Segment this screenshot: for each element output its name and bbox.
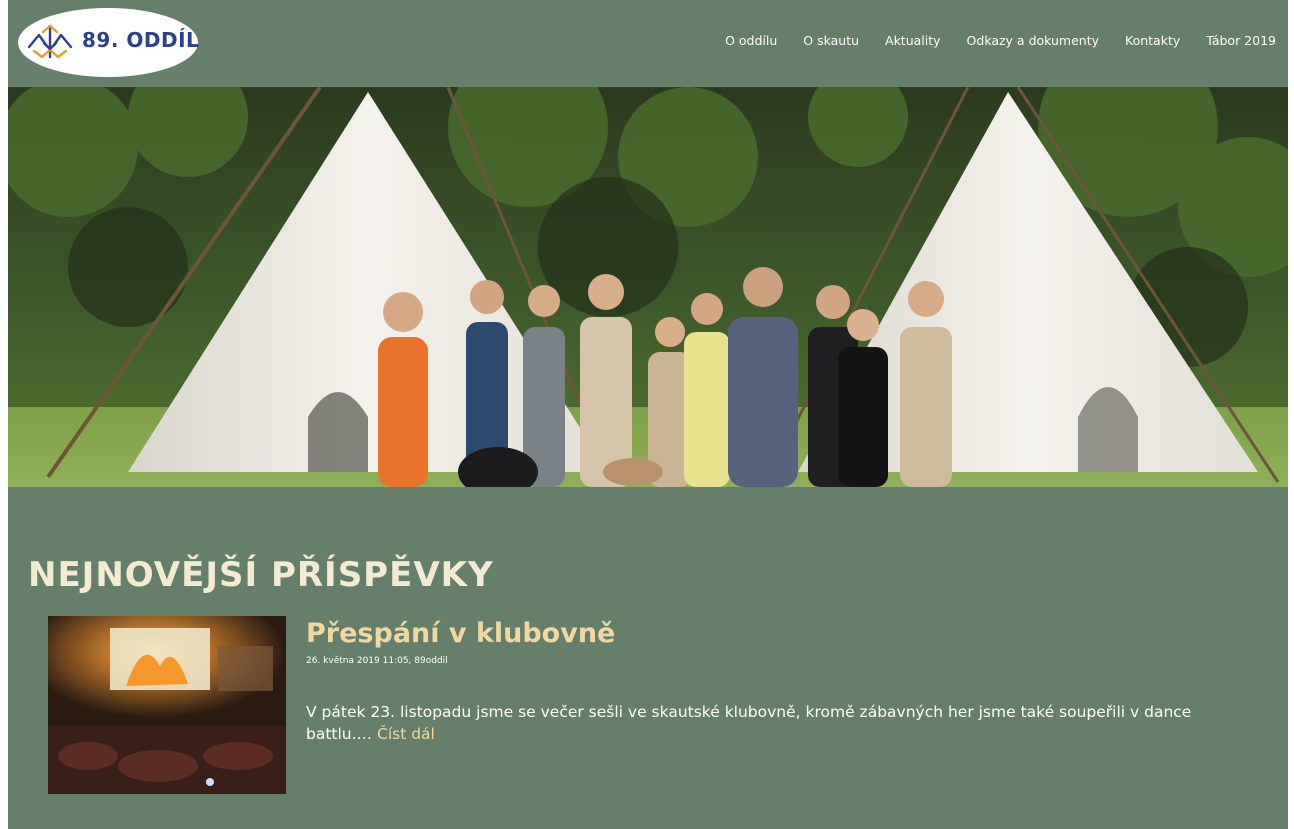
group-photo-teepees bbox=[8, 87, 1288, 487]
site-header: 89. ODDÍL O oddílu O skautu Aktuality Od… bbox=[8, 0, 1288, 87]
post-title-link[interactable]: Přespání v klubovně bbox=[306, 618, 615, 649]
nav-item-o-skautu[interactable]: O skautu bbox=[803, 33, 859, 48]
logo-text: 89. ODDÍL bbox=[82, 28, 200, 52]
section-title-latest-posts: NEJNOVĚJŠÍ PŘÍSPĚVKY bbox=[28, 554, 494, 595]
main-navigation: O oddílu O skautu Aktuality Odkazy a dok… bbox=[699, 33, 1276, 48]
site-logo[interactable]: 89. ODDÍL bbox=[18, 8, 200, 77]
nav-item-odkazy-a-dokumenty[interactable]: Odkazy a dokumenty bbox=[967, 33, 1099, 48]
nav-item-tabor-2019[interactable]: Tábor 2019 bbox=[1206, 33, 1276, 48]
scout-lily-icon bbox=[27, 24, 73, 59]
read-more-link[interactable]: Číst dál bbox=[377, 725, 435, 743]
nav-item-o-oddilu[interactable]: O oddílu bbox=[725, 33, 777, 48]
clubroom-projection-photo bbox=[48, 616, 286, 794]
post-excerpt-text: V pátek 23. listopadu jsme se večer sešl… bbox=[306, 702, 1192, 743]
hero-banner-image bbox=[8, 87, 1288, 487]
post-meta: 26. května 2019 11:05, 89oddil bbox=[306, 656, 448, 666]
nav-item-aktuality[interactable]: Aktuality bbox=[885, 33, 941, 48]
post-excerpt: V pátek 23. listopadu jsme se večer sešl… bbox=[306, 701, 1236, 745]
nav-item-kontakty[interactable]: Kontakty bbox=[1125, 33, 1180, 48]
page: 89. ODDÍL O oddílu O skautu Aktuality Od… bbox=[8, 0, 1288, 829]
post-thumbnail[interactable] bbox=[48, 616, 286, 794]
post-card: Přespání v klubovně 26. května 2019 11:0… bbox=[48, 616, 1248, 794]
